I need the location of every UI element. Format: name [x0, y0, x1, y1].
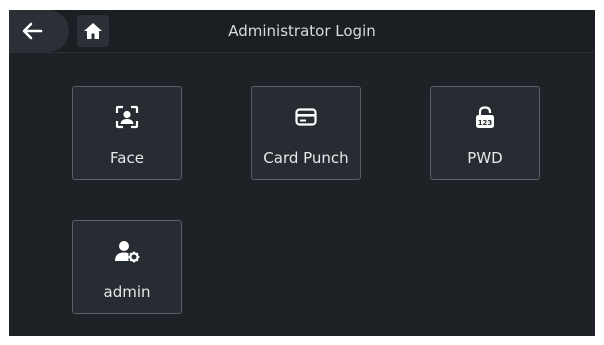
pwd-label: PWD [467, 149, 503, 167]
password-lock-digits: 123 [478, 119, 493, 127]
admin-login-button[interactable]: admin [72, 220, 182, 314]
title-bar: Administrator Login [9, 10, 595, 53]
card-punch-label: Card Punch [263, 149, 349, 167]
admin-label: admin [103, 283, 151, 301]
back-arrow-icon [22, 22, 43, 40]
pwd-login-button[interactable]: 123 PWD [430, 86, 540, 180]
password-lock-icon: 123 [431, 105, 539, 129]
home-button[interactable] [77, 15, 109, 47]
face-scan-icon [73, 105, 181, 129]
card-icon [252, 105, 360, 129]
home-icon [84, 23, 102, 39]
admin-user-icon [73, 239, 181, 263]
card-punch-login-button[interactable]: Card Punch [251, 86, 361, 180]
back-button[interactable] [9, 10, 69, 52]
face-login-button[interactable]: Face [72, 86, 182, 180]
screen: Administrator Login Face Card Punch 123 … [9, 10, 595, 336]
face-label: Face [110, 149, 144, 167]
